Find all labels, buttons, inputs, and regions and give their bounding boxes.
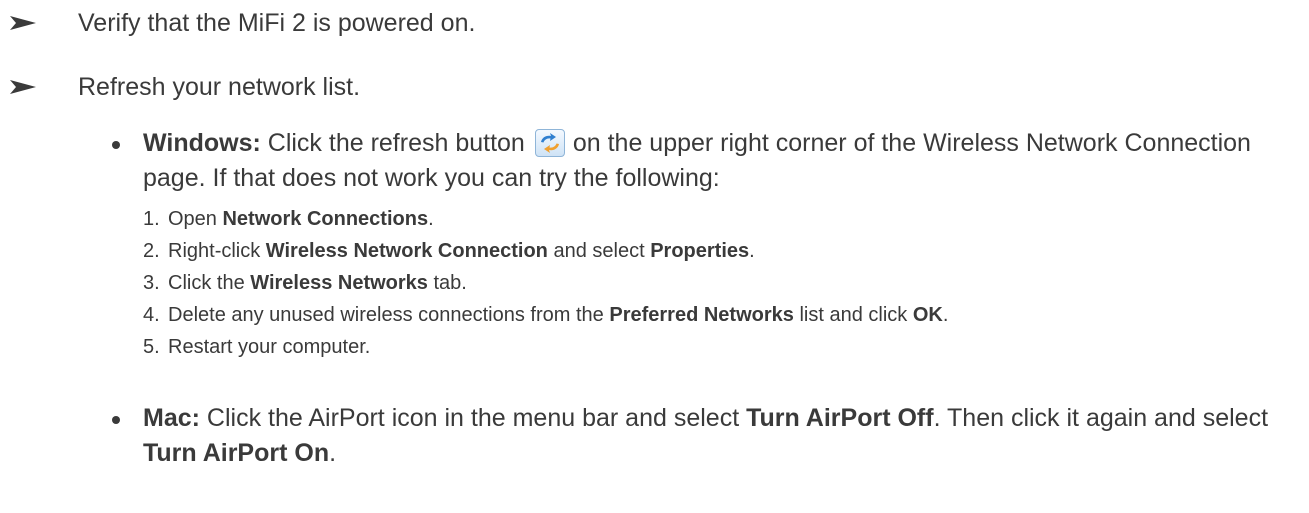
windows-text-before: Click the refresh button bbox=[267, 129, 525, 157]
item-text: Verify that the MiFi 2 is powered on. bbox=[78, 9, 476, 37]
arrow-bullet-icon bbox=[10, 16, 36, 30]
refresh-icon bbox=[534, 129, 565, 157]
step-item: 5. Restart your computer. bbox=[143, 336, 371, 358]
steps-list: 1. Open Network Connections. 2. Right-clic… bbox=[143, 203, 948, 363]
windows-label: Windows: bbox=[143, 129, 261, 157]
step-item: 1. Open Network Connections. bbox=[143, 208, 434, 230]
bullet-dot-icon bbox=[112, 416, 120, 424]
step-item: 2. Right-click Wireless Network Connectio… bbox=[143, 240, 755, 262]
mac-label: Mac: bbox=[143, 404, 200, 432]
item-text: Refresh your network list. bbox=[78, 73, 361, 101]
arrow-bullet-icon bbox=[10, 80, 36, 94]
mac-bullet: Mac: Click the AirPort icon in the menu … bbox=[112, 401, 1302, 471]
step-item: 3. Click the Wireless Networks tab. bbox=[143, 272, 467, 294]
step-item: 4. Delete any unused wireless connections… bbox=[143, 304, 949, 326]
windows-bullet: Windows: Click the refresh button on the… bbox=[112, 126, 1302, 196]
bullet-dot-icon bbox=[112, 141, 120, 149]
